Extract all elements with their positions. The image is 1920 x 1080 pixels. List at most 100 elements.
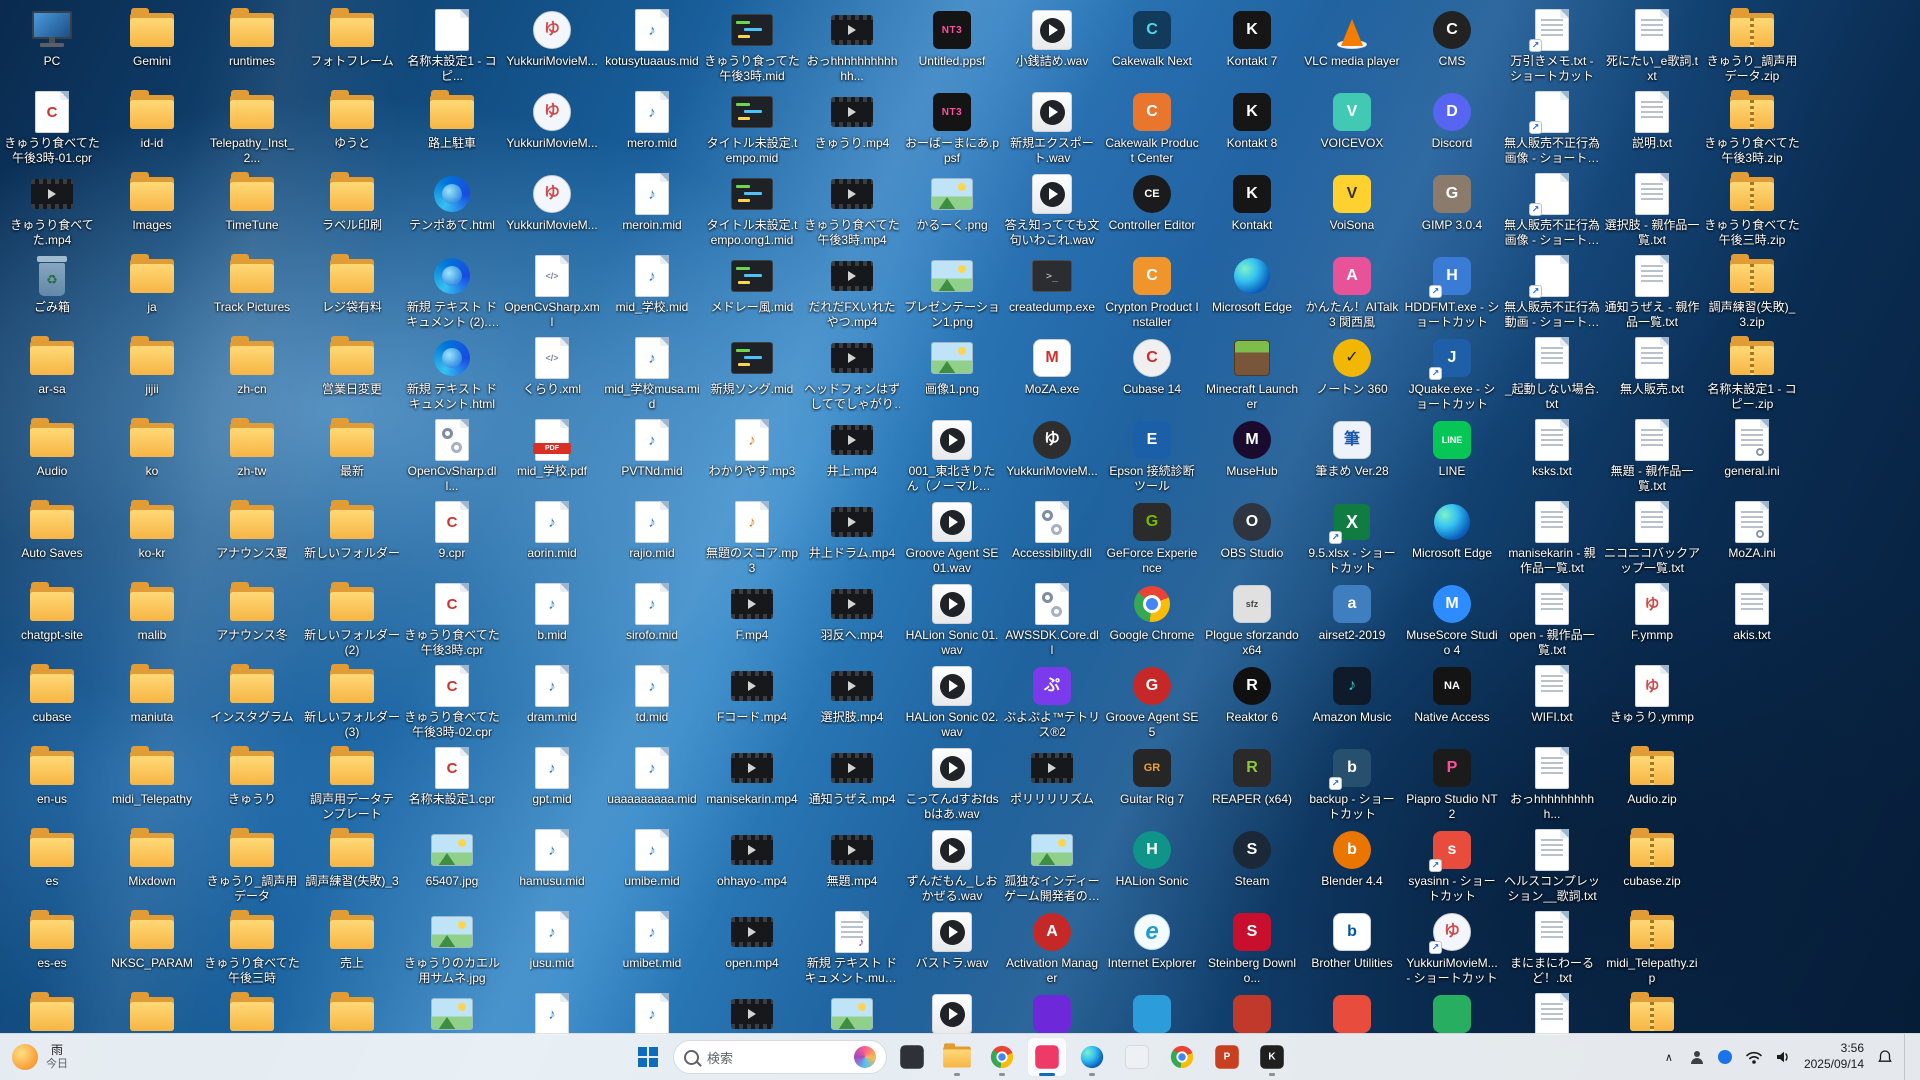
desktop-icon[interactable]: a airset2-2019 <box>1302 578 1402 660</box>
desktop-icon[interactable]: ゆきゅうり.ymmp <box>1602 660 1702 742</box>
desktop-icon[interactable]: en-us <box>2 742 102 824</box>
desktop-icon[interactable]: ♪ mid_学校musa.mid <box>602 332 702 414</box>
desktop-icon[interactable]: きゅうり食べてた午後3時.mp4 <box>802 168 902 250</box>
desktop-icon[interactable]: sfz Plogue sforzando x64 <box>1202 578 1302 660</box>
desktop-icon[interactable]: プレゼンテーション1.png <box>902 250 1002 332</box>
desktop-icon[interactable]: 営業日変更 <box>302 332 402 414</box>
desktop-icon[interactable]: runtimes <box>202 4 302 86</box>
desktop-icon[interactable]: きゅうり食ってた午後3時.mid <box>702 4 802 86</box>
desktop-icon[interactable]: maniuta <box>102 660 202 742</box>
desktop-icon[interactable]: きゅうり.mp4 <box>802 86 902 168</box>
desktop-icon[interactable]: ♪ umibet.mid <box>602 906 702 988</box>
desktop-icon[interactable]: K Kontakt 8 <box>1202 86 1302 168</box>
desktop-icon[interactable]: M MuseHub <box>1202 414 1302 496</box>
desktop-icon[interactable]: ラベル印刷 <box>302 168 402 250</box>
desktop-icon[interactable]: ゆ YukkuriMovieM... <box>502 86 602 168</box>
desktop-icon[interactable]: Track Pictures <box>202 250 302 332</box>
desktop-icon[interactable]: general.ini <box>1702 414 1802 496</box>
desktop-icon[interactable]: ♪ hamusu.mid <box>502 824 602 906</box>
taskbar-app-chrome-profile[interactable] <box>1162 1037 1202 1077</box>
desktop-icon[interactable]: ♪ uaaaaaaaaa.mid <box>602 742 702 824</box>
desktop-icon[interactable]: VLC media player <box>1302 4 1402 86</box>
desktop-icon[interactable]: 売上 <box>302 906 402 988</box>
desktop-icon[interactable]: open.mp4 <box>702 906 802 988</box>
desktop-icon[interactable]: 調声練習(失敗)_3 <box>302 824 402 906</box>
desktop-icon[interactable]: NKSC_PARAM <box>102 906 202 988</box>
desktop-icon[interactable]: OpenCvSharp.dll... <box>402 414 502 496</box>
desktop-icon[interactable]: Audio <box>2 414 102 496</box>
desktop-icon[interactable]: cubase.zip <box>1602 824 1702 906</box>
desktop-icon[interactable]: 001_東北きりたん（ノーマル）_今しゃ... <box>902 414 1002 496</box>
desktop-icon[interactable]: ♪ わかりやす.mp3 <box>702 414 802 496</box>
desktop-icon[interactable]: Microsoft Edge <box>1202 250 1302 332</box>
desktop-icon[interactable]: ↗ 無人販売不正行為動画 - ショートカット <box>1502 250 1602 332</box>
desktop-icon[interactable]: S Steinberg Downlo... <box>1202 906 1302 988</box>
desktop-icon[interactable]: NT3 Untitled.ppsf <box>902 4 1002 86</box>
desktop-icon[interactable]: </> くらり.xml <box>502 332 602 414</box>
clock[interactable]: 3:56 2025/09/14 <box>1798 1040 1870 1074</box>
desktop-icon[interactable]: S Steam <box>1202 824 1302 906</box>
desktop-icon[interactable]: E Epson 接続診断ツール <box>1102 414 1202 496</box>
desktop-icon[interactable]: ♪ gpt.mid <box>502 742 602 824</box>
desktop-icon[interactable]: 筆筆まめ Ver.28 <box>1302 414 1402 496</box>
desktop-icon[interactable]: K Kontakt 7 <box>1202 4 1302 86</box>
desktop-icon[interactable]: おっhhhhhhhhhhhh... <box>802 4 902 86</box>
desktop-icon[interactable]: アナウンス冬 <box>202 578 302 660</box>
desktop-icon[interactable]: だれだFXいれたやつ.mp4 <box>802 250 902 332</box>
desktop-icon[interactable]: インスタグラム <box>202 660 302 742</box>
desktop-icon[interactable]: 無題.mp4 <box>802 824 902 906</box>
desktop-icon[interactable]: Accessibility.dll <box>1002 496 1102 578</box>
desktop-icon[interactable]: 新しいフォルダー (2) <box>302 578 402 660</box>
desktop-icon[interactable]: タイトル未設定.tempo.ong1.mid <box>702 168 802 250</box>
desktop-icon[interactable]: かるーく.png <box>902 168 1002 250</box>
desktop-icon[interactable]: きゅうりのカエル用サムネ.jpg <box>402 906 502 988</box>
desktop-icon[interactable]: PDF mid_学校.pdf <box>502 414 602 496</box>
desktop-icon[interactable]: GR Guitar Rig 7 <box>1102 742 1202 824</box>
desktop-icon[interactable]: 孤独なインディーゲーム開発者の一生... <box>1002 824 1102 906</box>
desktop-icon[interactable]: おっhhhhhhhhhh... <box>1502 742 1602 824</box>
desktop-icon[interactable]: ♪ dram.mid <box>502 660 602 742</box>
desktop-icon[interactable]: midi_Telepathy <box>102 742 202 824</box>
desktop-icon[interactable]: 説明.txt <box>1602 86 1702 168</box>
desktop-icon[interactable]: ♪ umibe.mid <box>602 824 702 906</box>
desktop-icon[interactable]: WIFI.txt <box>1502 660 1602 742</box>
desktop-icon[interactable]: ♪ mid_学校.mid <box>602 250 702 332</box>
desktop-icon[interactable]: フォトフレーム <box>302 4 402 86</box>
desktop-icon[interactable]: H ↗ HDDFMT.exe - ショートカット <box>1402 250 1502 332</box>
desktop-icon[interactable]: 新規ソング.mid <box>702 332 802 414</box>
desktop-icon[interactable]: zh-tw <box>202 414 302 496</box>
desktop-icon[interactable]: MoZA.ini <box>1702 496 1802 578</box>
desktop-icon[interactable]: 新規 テキスト ドキュメント (2).html <box>402 250 502 332</box>
desktop-icon[interactable]: 画像1.png <box>902 332 1002 414</box>
desktop-icon[interactable]: s ↗ syasinn - ショートカット <box>1402 824 1502 906</box>
desktop-icon[interactable]: F.mp4 <box>702 578 802 660</box>
taskbar-app-edge[interactable] <box>1072 1037 1112 1077</box>
desktop-icon[interactable]: ゆ ↗ YukkuriMovieM... - ショートカット <box>1402 906 1502 988</box>
desktop-icon[interactable]: きゅうり <box>202 742 302 824</box>
taskbar-app-pinned-app-light[interactable] <box>1117 1037 1157 1077</box>
desktop-icon[interactable]: AWSSDK.Core.dll <box>1002 578 1102 660</box>
desktop-icon[interactable]: C Cakewalk Next <box>1102 4 1202 86</box>
desktop-icon[interactable]: CE Controller Editor <box>1102 168 1202 250</box>
desktop-icon[interactable]: きゅうり_調声用データ.zip <box>1702 4 1802 86</box>
desktop-icon[interactable]: C きゅうり食べてた午後3時-02.cpr <box>402 660 502 742</box>
desktop-icon[interactable]: Google Chrome <box>1102 578 1202 660</box>
desktop-icon[interactable]: ゆ YukkuriMovieM... <box>502 4 602 86</box>
desktop-icon[interactable]: ↗ 無人販売不正行為画像 - ショートカッ... <box>1502 86 1602 168</box>
desktop-icon[interactable]: Mixdown <box>102 824 202 906</box>
desktop-icon[interactable]: Minecraft Launcher <box>1202 332 1302 414</box>
desktop-icon[interactable]: C 9.cpr <box>402 496 502 578</box>
desktop-icon[interactable]: ♪ PVTNd.mid <box>602 414 702 496</box>
desktop-icon[interactable]: 通知うぜえ.mp4 <box>802 742 902 824</box>
desktop-icon[interactable]: e Internet Explorer <box>1102 906 1202 988</box>
desktop-icon[interactable]: 最新 <box>302 414 402 496</box>
desktop-icon[interactable]: V VoiSona <box>1302 168 1402 250</box>
desktop-icon[interactable]: R REAPER (x64) <box>1202 742 1302 824</box>
desktop-icon[interactable]: ずんだもん_しおかぜる.wav <box>902 824 1002 906</box>
desktop-icon[interactable]: 新しいフォルダー <box>302 496 402 578</box>
desktop-icon[interactable]: R Reaktor 6 <box>1202 660 1302 742</box>
desktop-icon[interactable]: V VOICEVOX <box>1302 86 1402 168</box>
desktop-icon[interactable]: 名称未設定1 - コピ... <box>402 4 502 86</box>
desktop-icon[interactable]: 通知うぜえ - 親作品一覧.txt <box>1602 250 1702 332</box>
desktop-icon[interactable]: Audio.zip <box>1602 742 1702 824</box>
